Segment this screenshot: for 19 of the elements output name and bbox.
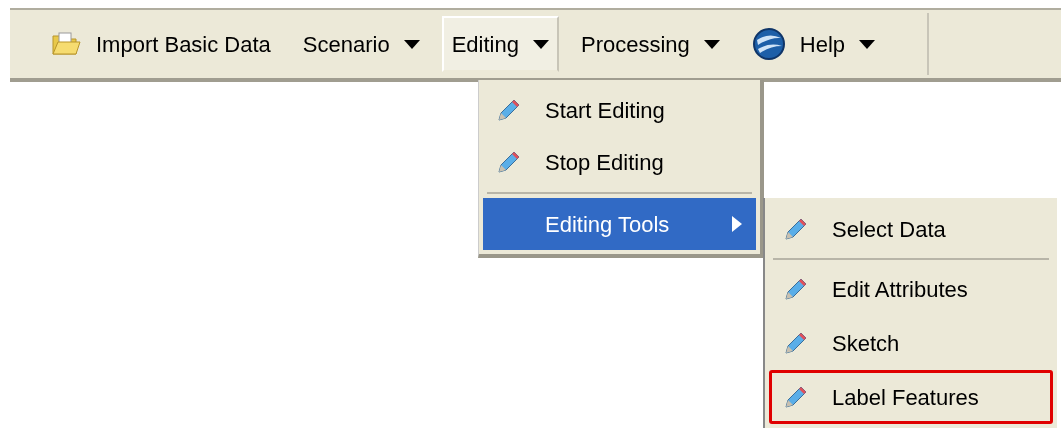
toolbar-menu-button[interactable]: Import Basic Data bbox=[40, 16, 281, 72]
menu-item[interactable]: Editing Tools bbox=[483, 198, 756, 250]
caret-icon bbox=[859, 39, 876, 49]
folder-icon bbox=[50, 30, 82, 58]
menu-item[interactable]: Label Features bbox=[769, 370, 1053, 424]
toolbar-menu-button[interactable]: Processing bbox=[570, 16, 730, 72]
toolbar-menu-button[interactable]: Editing bbox=[441, 16, 559, 72]
caret-icon bbox=[703, 39, 720, 49]
globe-icon bbox=[751, 27, 786, 61]
menu-item[interactable]: Start Editing bbox=[483, 84, 756, 136]
toolbar-menu-button[interactable]: Scenario bbox=[292, 16, 430, 72]
submenu-arrow-icon bbox=[732, 216, 742, 232]
menu-item[interactable]: Sketch bbox=[769, 316, 1053, 370]
caret-icon bbox=[403, 39, 420, 49]
toolbar-menu-button[interactable]: Help bbox=[741, 16, 886, 72]
menu-item[interactable]: Edit Attributes bbox=[769, 262, 1053, 316]
menu-item[interactable]: Select Data bbox=[769, 202, 1053, 256]
caret-icon bbox=[532, 39, 549, 49]
menu-item[interactable]: Stop Editing bbox=[483, 136, 756, 188]
